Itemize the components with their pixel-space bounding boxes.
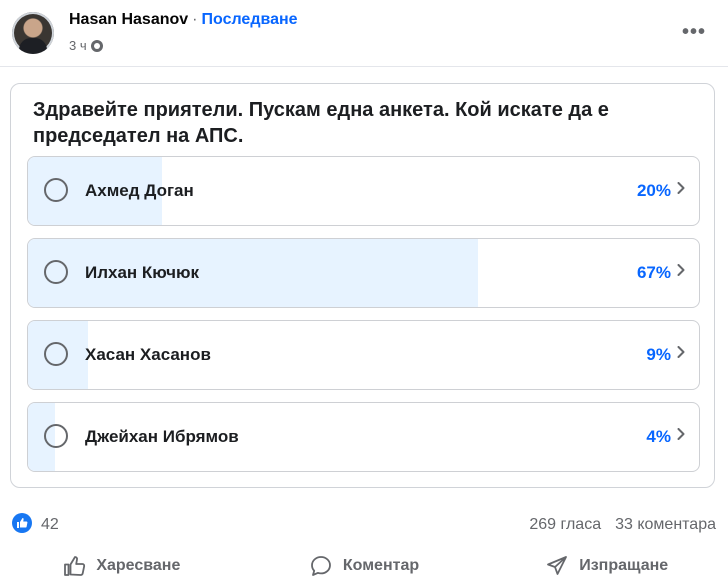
send-icon — [547, 556, 568, 575]
like-reaction-icon[interactable] — [12, 513, 32, 533]
vote-count[interactable]: 269 гласа — [529, 516, 601, 534]
option-label: Джейхан Ибрямов — [85, 427, 239, 446]
poll-option[interactable]: Ахмед Доган 20% — [27, 156, 700, 226]
chevron-right-icon — [677, 182, 685, 194]
like-label: Харесване — [96, 557, 181, 574]
poll-question: Здравейте приятели. Пускам една анкета. … — [33, 99, 609, 147]
radio-circle-icon[interactable] — [44, 260, 68, 284]
share-button[interactable]: Изпращане — [485, 547, 728, 585]
post-actions: Харесване Коментар Изпращане — [0, 547, 728, 585]
poll-card: Здравейте приятели. Пускам една анкета. … — [10, 83, 715, 488]
comment-button[interactable]: Коментар — [243, 547, 486, 585]
option-percent: 20% — [636, 181, 671, 200]
option-label: Хасан Хасанов — [85, 345, 211, 364]
follow-button[interactable]: Последване — [202, 11, 298, 28]
author-avatar[interactable] — [12, 12, 54, 54]
header-divider — [0, 66, 728, 67]
radio-circle-icon[interactable] — [44, 342, 68, 366]
option-percent: 67% — [636, 263, 671, 282]
chevron-right-icon — [677, 346, 685, 358]
post-time[interactable]: 3 ч — [69, 38, 87, 53]
chevron-right-icon — [677, 264, 685, 276]
thumbs-up-icon — [64, 556, 86, 576]
like-button[interactable]: Харесване — [0, 547, 243, 585]
separator-dot: · — [192, 11, 198, 28]
option-percent: 9% — [646, 345, 671, 364]
post-meta: 3 ч — [69, 38, 103, 53]
radio-circle-icon[interactable] — [44, 424, 68, 448]
radio-circle-icon[interactable] — [44, 178, 68, 202]
post-stats: 42 269 гласа 33 коментара — [0, 510, 728, 540]
share-label: Изпращане — [579, 557, 669, 574]
option-label: Илхан Кючюк — [85, 263, 200, 282]
comment-label: Коментар — [342, 557, 420, 574]
author-name[interactable]: Hasan Hasanov — [69, 11, 188, 28]
more-options-icon[interactable]: ••• — [682, 22, 706, 42]
audience-globe-icon — [90, 39, 103, 52]
chevron-right-icon — [677, 428, 685, 440]
author-line: Hasan Hasanov · Последване — [69, 11, 298, 29]
poll-option[interactable]: Джейхан Ибрямов 4% — [27, 402, 700, 472]
poll-option[interactable]: Хасан Хасанов 9% — [27, 320, 700, 390]
poll-option[interactable]: Илхан Кючюк 67% — [27, 238, 700, 308]
post-header: Hasan Hasanov · Последване 3 ч ••• — [0, 0, 728, 66]
comment-bubble-icon — [310, 556, 331, 576]
option-label: Ахмед Доган — [85, 181, 194, 200]
like-count[interactable]: 42 — [41, 516, 59, 534]
comment-count[interactable]: 33 коментара — [615, 516, 716, 534]
option-percent: 4% — [646, 427, 671, 446]
stats-right: 269 гласа 33 коментара — [529, 516, 716, 534]
